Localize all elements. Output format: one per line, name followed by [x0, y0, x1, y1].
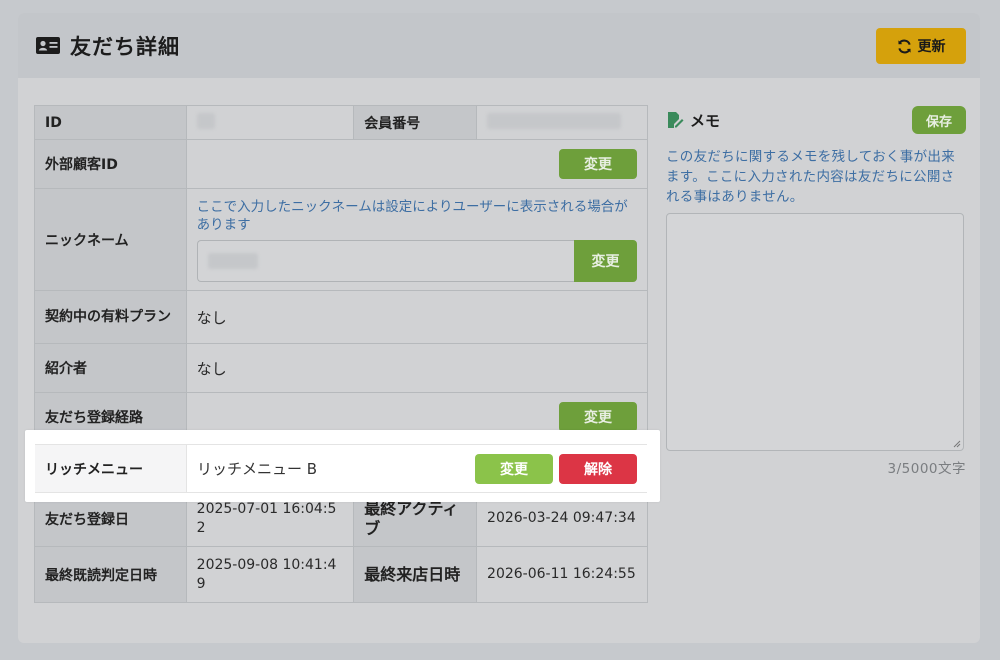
table-row: ID 会員番号 — [34, 105, 648, 140]
rich-menu-remove-button[interactable]: 解除 — [559, 453, 637, 484]
resize-handle-icon[interactable] — [953, 440, 961, 448]
memo-title: メモ — [690, 111, 721, 130]
nickname-input[interactable] — [196, 239, 574, 282]
table-row: 外部顧客ID 変更 — [34, 139, 649, 189]
external-id-change-button[interactable]: 変更 — [559, 149, 637, 179]
redacted-member-no — [487, 112, 622, 129]
id-value — [185, 105, 355, 140]
external-id-label: 外部顧客ID — [34, 139, 187, 189]
referrer-value: なし — [185, 343, 649, 393]
rich-menu-change-button[interactable]: 変更 — [475, 453, 553, 484]
last-visit-value: 2026-06-11 16:24:55 — [476, 546, 648, 603]
memo-description: この友だちに関するメモを残しておく事が出来ます。ここに入力された内容は友だちに公… — [666, 149, 955, 205]
refresh-label: 更新 — [917, 39, 946, 55]
member-no-value — [476, 105, 648, 140]
plan-label: 契約中の有料プラン — [34, 290, 187, 344]
nickname-change-button[interactable]: 変更 — [574, 239, 637, 282]
table-row: ニックネーム ここで入力したニックネームは設定によりユーザーに表示される場合があ… — [34, 188, 649, 291]
id-label: ID — [34, 105, 187, 140]
last-read-value: 2025-09-08 10:41:49 — [185, 546, 355, 603]
last-visit-label: 最終来店日時 — [353, 546, 478, 603]
rich-menu-label: リッチメニュー — [35, 445, 187, 492]
memo-char-counter: 3/5000文字 — [887, 461, 966, 477]
page-title: 友だち詳細 — [70, 34, 180, 59]
referrer-label: 紹介者 — [34, 343, 187, 393]
refresh-icon — [897, 39, 911, 53]
refresh-button[interactable]: 更新 — [876, 28, 966, 64]
friend-info-table: ID 会員番号 外部顧客ID 変更 ニックネーム ここで入力したニックネームは設… — [34, 105, 649, 603]
memo-save-button[interactable]: 保存 — [912, 106, 966, 134]
edit-note-icon — [668, 112, 684, 128]
table-row: 紹介者 なし — [34, 343, 649, 393]
member-no-label: 会員番号 — [353, 105, 478, 140]
table-row: 契約中の有料プラン なし — [34, 290, 649, 344]
nickname-note: ここで入力したニックネームは設定によりユーザーに表示される場合があります — [196, 198, 628, 233]
last-read-label: 最終既読判定日時 — [34, 546, 187, 603]
nickname-label: ニックネーム — [34, 188, 187, 291]
friend-detail-card: 友だち詳細 更新 ID 会員番号 外部顧客ID 変更 ニックネーム ここで入力し… — [18, 13, 980, 643]
memo-textarea[interactable] — [666, 213, 964, 451]
card-header: 友だち詳細 更新 — [18, 13, 980, 78]
rich-menu-row: リッチメニュー リッチメニュー B 変更 解除 — [35, 444, 647, 493]
redacted-nickname — [207, 252, 258, 269]
table-row: 最終既読判定日時 2025-09-08 10:41:49 最終来店日時 2026… — [34, 546, 648, 603]
rich-menu-value: リッチメニュー B — [197, 460, 318, 478]
plan-value: なし — [185, 290, 649, 344]
redacted-id — [196, 112, 215, 129]
id-card-icon — [36, 37, 60, 54]
memo-panel: メモ 保存 この友だちに関するメモを残しておく事が出来ます。ここに入力された内容… — [666, 105, 966, 477]
route-change-button[interactable]: 変更 — [559, 402, 637, 432]
